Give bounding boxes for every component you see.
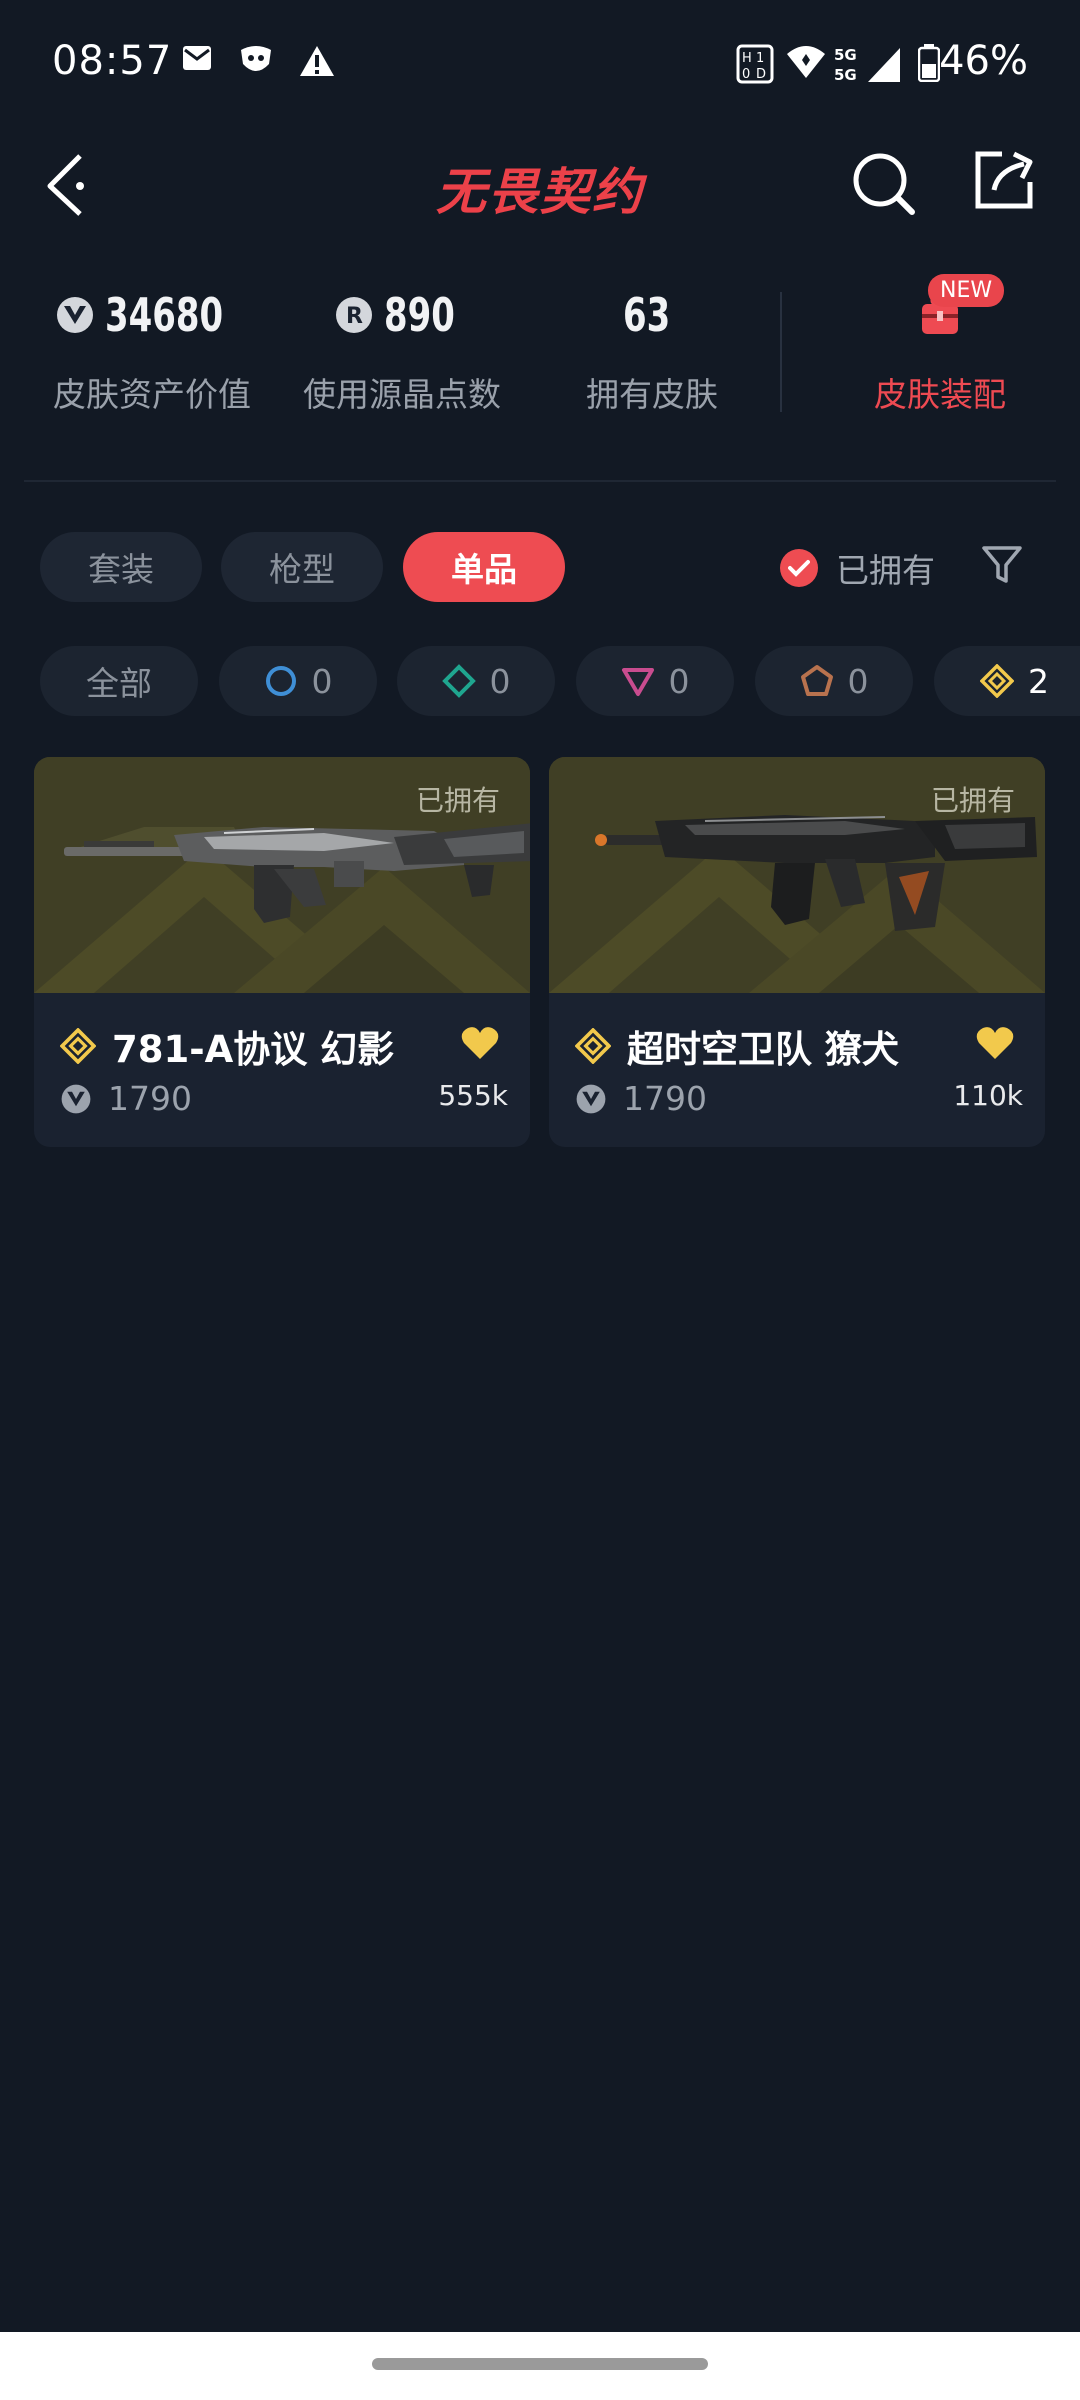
- deluxe-tier-icon: [441, 664, 476, 698]
- stats-divider: [780, 292, 782, 412]
- tab-single-items[interactable]: 单品: [403, 532, 565, 602]
- skin-price: 1790: [108, 1079, 192, 1118]
- chip-count: 0: [847, 661, 869, 701]
- stat-label: 拥有皮肤: [586, 375, 718, 414]
- chip-count: 2: [1028, 661, 1049, 701]
- heart-icon[interactable]: [460, 1025, 500, 1061]
- asset-stats: 34680 皮肤资产价值 R 890 使用源晶点数 63 拥有皮肤 NEW 皮肤…: [0, 274, 1080, 430]
- stat-label: 皮肤资产价值: [53, 375, 251, 414]
- skin-name-row: 781-A协议 幻影: [60, 1019, 394, 1073]
- skin-outfit-button[interactable]: NEW 皮肤装配: [820, 274, 1060, 416]
- likes-count: 555k: [438, 1079, 508, 1112]
- battery-icon: [918, 44, 940, 82]
- chip-count: 0: [668, 661, 690, 701]
- skin-image: 已拥有: [549, 757, 1045, 993]
- ultra-tier-icon: [60, 1028, 96, 1064]
- svg-text:D: D: [756, 67, 766, 82]
- stat-asset-value: 34680 皮肤资产价值: [27, 280, 277, 416]
- radianite-icon: R: [335, 297, 372, 333]
- chip-count: 0: [311, 661, 333, 701]
- price-row: 1790: [60, 1079, 192, 1118]
- vp-coin-icon: [57, 297, 93, 333]
- stat-value: 34680: [105, 288, 224, 342]
- likes-count: 110k: [953, 1079, 1023, 1112]
- stat-owned-skins: 63 拥有皮肤: [527, 280, 777, 416]
- rarity-chip-select[interactable]: 0: [219, 646, 377, 716]
- skin-name-row: 超时空卫队 獠犬: [575, 1019, 899, 1073]
- select-tier-icon: [265, 666, 296, 696]
- skin-price: 1790: [623, 1079, 707, 1118]
- skin-image: 已拥有: [34, 757, 530, 993]
- svg-text:1: 1: [756, 51, 764, 66]
- divider: [24, 480, 1056, 482]
- 5g-signal-icon: 5G 5G: [834, 46, 900, 84]
- rarity-chip-ultra[interactable]: 2: [934, 646, 1080, 716]
- stat-value: 63: [623, 288, 671, 342]
- share-icon[interactable]: [972, 148, 1036, 212]
- price-row: 1790: [575, 1079, 707, 1118]
- owned-tag: 已拥有: [930, 784, 1015, 817]
- chip-count: 0: [489, 661, 511, 701]
- battery-level: 46%: [939, 38, 1028, 84]
- rarity-chip-premium[interactable]: 0: [576, 646, 734, 716]
- shield-app-icon: [241, 46, 271, 71]
- ultra-tier-icon: [575, 1028, 611, 1064]
- stat-label: 使用源晶点数: [303, 375, 501, 414]
- new-badge: NEW: [928, 274, 1005, 307]
- stat-radianite: R 890 使用源晶点数: [277, 280, 527, 416]
- wifi-icon: [787, 46, 825, 78]
- status-bar: 08:57 H 1 0 D 5G 5G 46%: [0, 0, 1080, 130]
- status-time: 08:57: [52, 38, 173, 84]
- premium-tier-icon: [621, 668, 654, 696]
- owned-tag: 已拥有: [415, 784, 500, 817]
- weapon-phantom-image: [64, 823, 530, 923]
- mail-icon: [183, 46, 211, 70]
- nfc-icon: H 1 0 D: [736, 44, 774, 84]
- skin-card[interactable]: 已拥有 781-A协议 幻影 1790 555k: [34, 757, 530, 1147]
- svg-text:0: 0: [742, 67, 750, 82]
- owned-filter-label: 已拥有: [836, 551, 935, 590]
- exclusive-tier-icon: [800, 665, 833, 696]
- svg-text:5G: 5G: [834, 66, 857, 84]
- owned-filter-toggle[interactable]: 已拥有: [780, 540, 935, 596]
- rarity-chip-all[interactable]: 全部: [40, 646, 198, 716]
- warning-icon: [300, 46, 334, 76]
- heart-icon[interactable]: [975, 1025, 1015, 1061]
- vp-coin-icon: [576, 1084, 606, 1113]
- stat-value: 890: [383, 288, 455, 342]
- vp-coin-icon: [61, 1084, 91, 1113]
- tab-bundles[interactable]: 套装: [40, 532, 202, 602]
- ultra-tier-icon: [980, 664, 1014, 698]
- search-icon[interactable]: [850, 150, 918, 218]
- skin-name: 超时空卫队 獠犬: [627, 1028, 899, 1071]
- app-header: 无畏契约: [0, 130, 1080, 240]
- svg-text:5G: 5G: [834, 46, 857, 64]
- rarity-chip-deluxe[interactable]: 0: [397, 646, 555, 716]
- outfit-label: 皮肤装配: [874, 375, 1006, 414]
- svg-text:R: R: [346, 304, 363, 329]
- tab-weapon-types[interactable]: 枪型: [221, 532, 383, 602]
- skin-name: 781-A协议 幻影: [112, 1028, 395, 1071]
- chip-label: 全部: [86, 664, 152, 703]
- rarity-chip-exclusive[interactable]: 0: [755, 646, 913, 716]
- check-icon: [780, 549, 818, 587]
- gesture-bar: [0, 2332, 1080, 2400]
- svg-text:H: H: [742, 51, 752, 66]
- filter-icon[interactable]: [980, 543, 1024, 587]
- home-indicator[interactable]: [372, 2358, 708, 2370]
- skin-card[interactable]: 已拥有 超时空卫队 獠犬 1790 110k: [549, 757, 1045, 1147]
- weapon-judge-image: [595, 815, 1037, 931]
- page-title: 无畏契约: [436, 163, 644, 221]
